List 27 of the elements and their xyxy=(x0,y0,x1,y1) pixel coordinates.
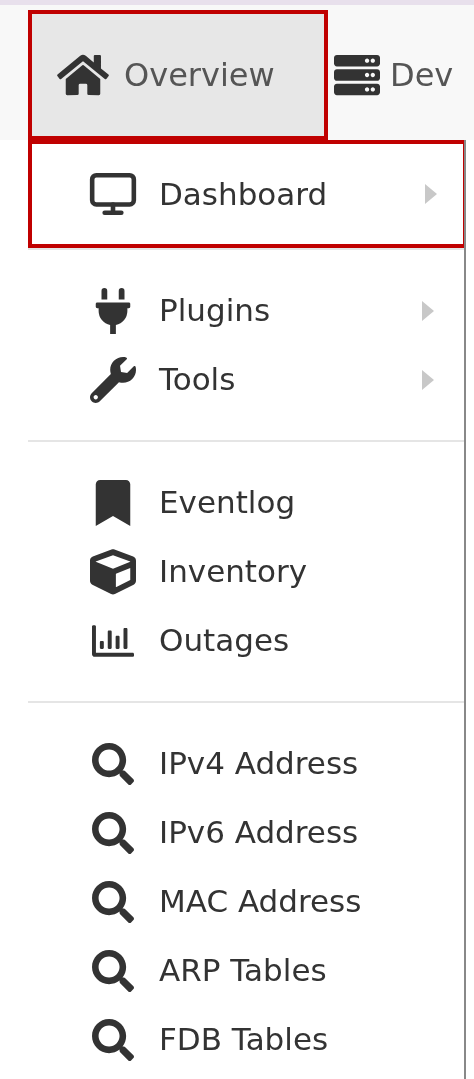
menu-item[interactable]: ARP Tables xyxy=(28,936,464,1005)
menu-item[interactable]: Tools xyxy=(28,345,464,414)
menu-item[interactable]: IPv6 Address xyxy=(28,798,464,867)
bookmark-icon xyxy=(95,479,131,526)
menu-item[interactable]: Outages xyxy=(28,606,464,675)
home-icon xyxy=(56,52,110,98)
menu-item[interactable]: IPv4 Address xyxy=(28,729,464,798)
menu-item[interactable]: FDB Tables xyxy=(28,1005,464,1074)
nav-tab[interactable]: Dev xyxy=(328,10,454,140)
search-icon xyxy=(92,949,134,992)
search-icon xyxy=(92,880,134,923)
menu-item[interactable]: Plugins xyxy=(28,276,464,345)
menu-item[interactable]: Dashboard xyxy=(28,140,467,248)
menu-item[interactable]: Eventlog xyxy=(28,468,464,537)
menu-item[interactable]: MAC Address xyxy=(28,867,464,936)
wrench-icon xyxy=(90,356,136,403)
caret-icon xyxy=(422,369,434,390)
search-icon xyxy=(92,1018,134,1061)
cube-icon xyxy=(90,548,136,595)
menu-item[interactable]: Inventory xyxy=(28,537,464,606)
plug-icon xyxy=(94,287,132,334)
caret-icon xyxy=(422,300,434,321)
caret-icon xyxy=(425,184,437,204)
search-icon xyxy=(92,742,134,785)
search-icon xyxy=(92,811,134,854)
nav-tab[interactable]: Overview xyxy=(28,10,328,140)
server-icon xyxy=(334,52,380,98)
